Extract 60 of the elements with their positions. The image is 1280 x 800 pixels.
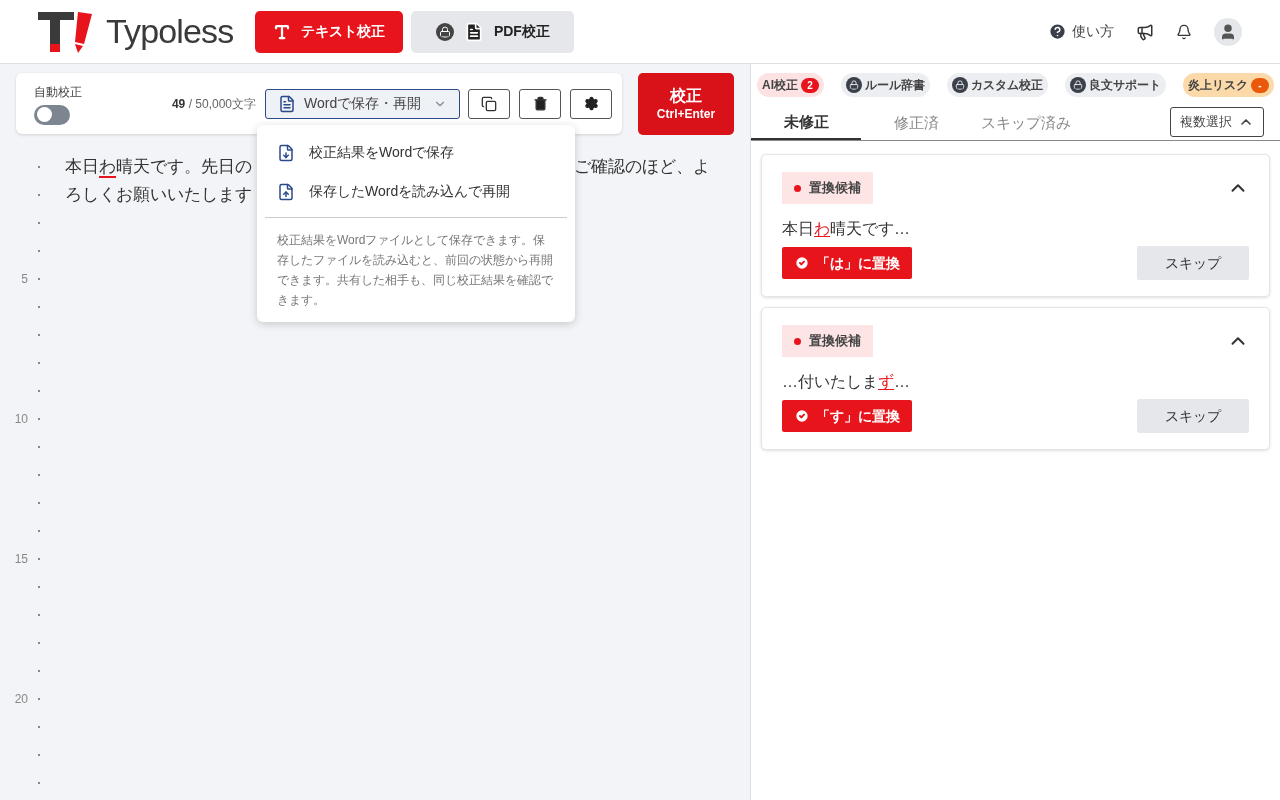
check-circle-icon	[794, 408, 810, 424]
tab[interactable]: 未修正	[751, 107, 861, 140]
copy-button[interactable]	[468, 88, 510, 119]
snippet-text: …付いたしまず…	[782, 372, 911, 392]
brand-name: Typoless	[106, 11, 234, 52]
help-icon	[1048, 22, 1067, 41]
auto-check-label: 自動校正	[34, 83, 82, 101]
snippet-text: 本日わ晴天です…	[782, 219, 911, 239]
copy-icon	[481, 95, 497, 112]
lock-icon	[435, 22, 454, 41]
trash-icon	[532, 96, 548, 111]
mode-tab[interactable]: PDF校正	[411, 10, 575, 53]
skip-button[interactable]: スキップ	[1137, 246, 1249, 280]
skip-button[interactable]: スキップ	[1137, 399, 1249, 433]
category-chip[interactable]: AI校正 2	[757, 73, 824, 97]
lock-icon	[846, 77, 862, 93]
bell-icon[interactable]	[1176, 23, 1192, 40]
replace-tag: 置換候補	[782, 325, 873, 357]
count-badge: -	[1251, 77, 1269, 93]
help-link[interactable]: 使い方	[1048, 21, 1114, 42]
word-file-icon	[278, 94, 296, 113]
character-count: 49 / 50,000文字	[171, 95, 256, 113]
category-chip[interactable]: 良文サポート	[1065, 73, 1166, 97]
delete-button[interactable]	[519, 88, 561, 119]
line-number: 15	[14, 551, 28, 568]
menu-note: 校正結果をWordファイルとして保存できます。保存したファイルを読み込むと、前回の状態から再開できます。共有した相手も、同じ校正結果を確認できます。	[276, 232, 554, 309]
mode-tab[interactable]: テキスト校正	[255, 10, 404, 53]
menu-item[interactable]: 保存したWordを読み込んで再開	[257, 172, 575, 211]
lock-icon	[952, 77, 968, 93]
tab[interactable]: スキップ済み	[971, 107, 1081, 140]
menu-item[interactable]: 校正結果をWordで保存	[257, 133, 575, 172]
file-download-icon	[277, 143, 295, 162]
tab[interactable]: 修正済	[861, 107, 971, 140]
word-save-dropdown[interactable]: Wordで保存・再開	[265, 88, 460, 119]
editor-text: 本日わ晴天です。先日の	[65, 156, 252, 179]
user-icon	[1219, 22, 1237, 41]
category-chip[interactable]: ルール辞書	[841, 73, 930, 97]
text-size-icon	[273, 22, 292, 41]
avatar[interactable]	[1214, 17, 1242, 46]
logo-icon	[38, 9, 94, 54]
check-circle-icon	[794, 255, 810, 271]
lock-icon	[1070, 77, 1086, 93]
line-number: 5	[21, 271, 28, 288]
file-upload-icon	[277, 182, 295, 201]
replace-tag: 置換候補	[782, 172, 873, 204]
line-number: 20	[14, 691, 28, 708]
megaphone-icon[interactable]	[1136, 22, 1154, 41]
multi-select-button[interactable]: 複数選択	[1170, 107, 1264, 137]
auto-check-toggle[interactable]	[34, 104, 70, 125]
category-chip[interactable]: カスタム校正	[947, 73, 1048, 97]
category-chip[interactable]: 炎上リスク -	[1183, 73, 1274, 97]
settings-button[interactable]	[570, 88, 612, 119]
line-number: 10	[14, 411, 28, 428]
replace-button[interactable]: 「は」に置換	[782, 247, 912, 279]
editor-text: ろしくお願いいたします	[65, 184, 252, 207]
settings-icon	[583, 96, 599, 111]
count-badge: 2	[801, 77, 819, 93]
replace-button[interactable]: 「す」に置換	[782, 400, 912, 432]
check-button[interactable]: 校正 Ctrl+Enter	[638, 73, 734, 135]
editor-text: ご確認のほど、よ	[574, 156, 710, 179]
